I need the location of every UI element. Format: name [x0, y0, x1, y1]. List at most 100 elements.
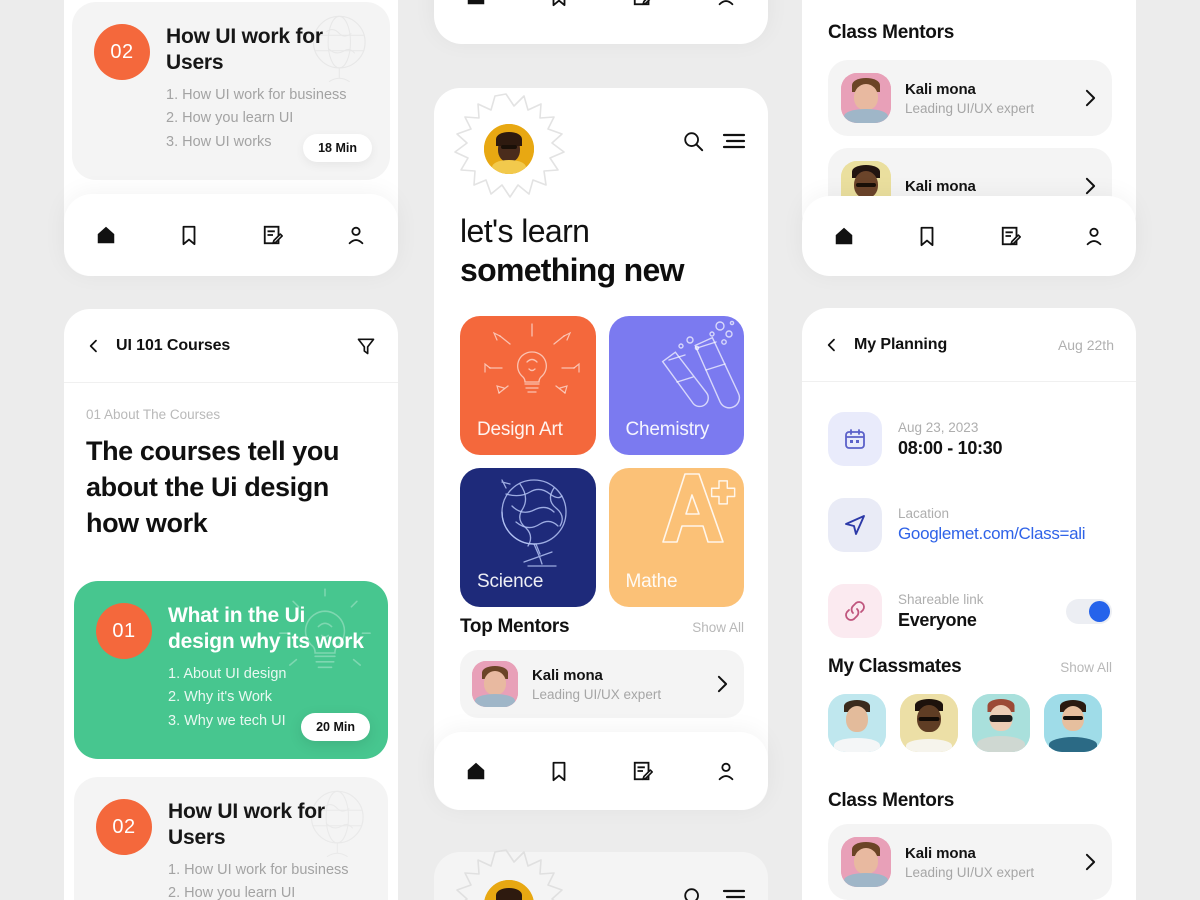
planning-screen: My Planning Aug 22th Aug 23, 2023 08:00 …: [802, 308, 1136, 900]
globe-stand-icon: [500, 479, 567, 567]
bookmark-icon: [920, 226, 934, 247]
plan-row-shareable-link[interactable]: Shareable link Everyone: [828, 584, 1112, 638]
mentor-role: Leading UI/UX expert: [532, 686, 662, 702]
subject-card-design-art[interactable]: Design Art: [460, 316, 596, 455]
subject-card-science[interactable]: Science: [460, 468, 596, 607]
plan-label: Lacation: [898, 506, 950, 521]
plan-row-datetime[interactable]: Aug 23, 2023 08:00 - 10:30: [828, 412, 1112, 466]
avatar[interactable]: [454, 93, 565, 206]
classmate-avatar[interactable]: [1044, 694, 1102, 752]
avatar-image: [484, 124, 534, 174]
page-title: UI 101 Courses: [116, 336, 231, 354]
person-icon: [348, 226, 364, 245]
plan-label: Shareable link: [898, 591, 984, 607]
column-left: 02 How UI work for Users 1. How UI work …: [64, 0, 398, 900]
plan-row-location[interactable]: Lacation Googlemet.com/Class=ali: [828, 498, 1112, 552]
nav-item-bookmarks[interactable]: [537, 749, 581, 793]
person-icon: [718, 0, 734, 6]
hero-line-1: let's learn: [460, 213, 590, 249]
link-icon: [845, 601, 865, 621]
lesson-duration-badge: 20 Min: [301, 713, 370, 741]
lesson-card-02-secondary[interactable]: 02 How UI work for Users 1. How UI work …: [74, 777, 388, 900]
mentor-row[interactable]: Kali mona Leading UI/UX expert: [828, 60, 1112, 136]
chevron-right-icon: [717, 675, 728, 693]
back-icon[interactable]: [86, 338, 102, 354]
column-center: let's learn something new Design Art Che…: [434, 0, 768, 900]
subject-card-chemistry[interactable]: Chemistry: [608, 316, 744, 455]
shareable-link-toggle[interactable]: [1066, 598, 1112, 624]
plan-value: Everyone: [898, 609, 977, 630]
navigation-arrow-icon: [845, 515, 865, 535]
home-icon: [835, 227, 852, 245]
person-icon: [718, 762, 734, 781]
nav-item-profile[interactable]: [704, 749, 748, 793]
hamburger-menu-icon[interactable]: [722, 887, 746, 900]
nav-item-home[interactable]: [454, 749, 498, 793]
calendar-icon: [845, 429, 865, 449]
nav-item-tasks[interactable]: [989, 214, 1033, 258]
lesson-number-badge: 01: [96, 603, 152, 659]
home-icon: [467, 762, 484, 780]
nav-item-profile[interactable]: [334, 213, 378, 257]
avatar[interactable]: [456, 849, 563, 900]
mentor-role: Leading UI/UX expert: [905, 100, 1035, 116]
nav-item-profile[interactable]: [704, 0, 748, 18]
lesson-duration-badge: 18 Min: [303, 134, 372, 162]
filter-icon[interactable]: [356, 336, 376, 356]
nav-item-profile[interactable]: [1072, 214, 1116, 258]
subject-card-mathe[interactable]: Mathe: [608, 468, 744, 607]
mentor-role: Leading UI/UX expert: [905, 864, 1035, 880]
nav-item-bookmarks[interactable]: [167, 213, 211, 257]
bottom-navigation-4[interactable]: [802, 196, 1136, 276]
search-icon[interactable]: [682, 130, 704, 152]
lesson-title: How UI work for Users: [166, 25, 323, 75]
lesson-topic-list: 1. How UI work for business 2. How you l…: [168, 861, 366, 900]
mentor-row[interactable]: Kali mona Leading UI/UX expert: [460, 650, 744, 718]
home-icon: [467, 0, 484, 5]
lesson-topic: 2. Why it's Work: [168, 689, 273, 705]
section-title: Top Mentors: [460, 616, 570, 637]
courses-heading: The courses tell you about the Ui design…: [86, 436, 340, 538]
search-icon[interactable]: [682, 886, 704, 900]
lightbulb-icon: [483, 323, 580, 394]
note-edit-icon: [633, 761, 653, 781]
nav-item-tasks[interactable]: [251, 213, 295, 257]
bottom-navigation-1[interactable]: [64, 194, 398, 276]
bottom-navigation-2-partial[interactable]: [434, 0, 768, 44]
classmate-avatar[interactable]: [900, 694, 958, 752]
mentor-name: Kali mona: [905, 177, 976, 195]
page-title: My Planning: [854, 335, 948, 353]
lesson-title: How UI work for Users: [168, 800, 325, 850]
toggle-knob: [1089, 600, 1110, 622]
section-title: Class Mentors: [828, 22, 954, 43]
plan-value-link[interactable]: Googlemet.com/Class=ali: [898, 524, 1086, 544]
subject-grid: Design Art Chemistry Science Mathe: [460, 316, 744, 607]
section-title: Class Mentors: [828, 790, 954, 811]
subject-label: Science: [477, 571, 544, 592]
back-icon[interactable]: [824, 337, 840, 353]
lesson-card-01-highlighted[interactable]: 01 What in the Ui design why its work 1.…: [74, 581, 388, 759]
a-plus-grade-icon: [662, 473, 736, 543]
nav-item-home[interactable]: [822, 214, 866, 258]
nav-item-tasks[interactable]: [621, 0, 665, 18]
home-icon: [97, 226, 114, 244]
show-all-link[interactable]: Show All: [1060, 660, 1112, 675]
show-all-link[interactable]: Show All: [692, 620, 744, 635]
classmate-avatar[interactable]: [828, 694, 886, 752]
lesson-card-02[interactable]: 02 How UI work for Users 1. How UI work …: [72, 2, 390, 180]
bottom-navigation-3[interactable]: [434, 732, 768, 810]
subject-label: Design Art: [477, 419, 563, 440]
nav-item-bookmarks[interactable]: [537, 0, 581, 18]
nav-item-bookmarks[interactable]: [905, 214, 949, 258]
hamburger-menu-icon[interactable]: [722, 131, 746, 151]
classmate-avatar[interactable]: [972, 694, 1030, 752]
nav-item-tasks[interactable]: [621, 749, 665, 793]
nav-item-home[interactable]: [454, 0, 498, 18]
nav-item-home[interactable]: [84, 213, 128, 257]
bookmark-icon: [552, 761, 566, 782]
courses-appbar: UI 101 Courses: [64, 309, 398, 383]
lesson-topic: 1. How UI work for business: [168, 861, 349, 878]
mentor-row[interactable]: Kali mona Leading UI/UX expert: [828, 824, 1112, 900]
chevron-right-icon: [1085, 177, 1096, 195]
test-tubes-icon: [661, 320, 741, 409]
